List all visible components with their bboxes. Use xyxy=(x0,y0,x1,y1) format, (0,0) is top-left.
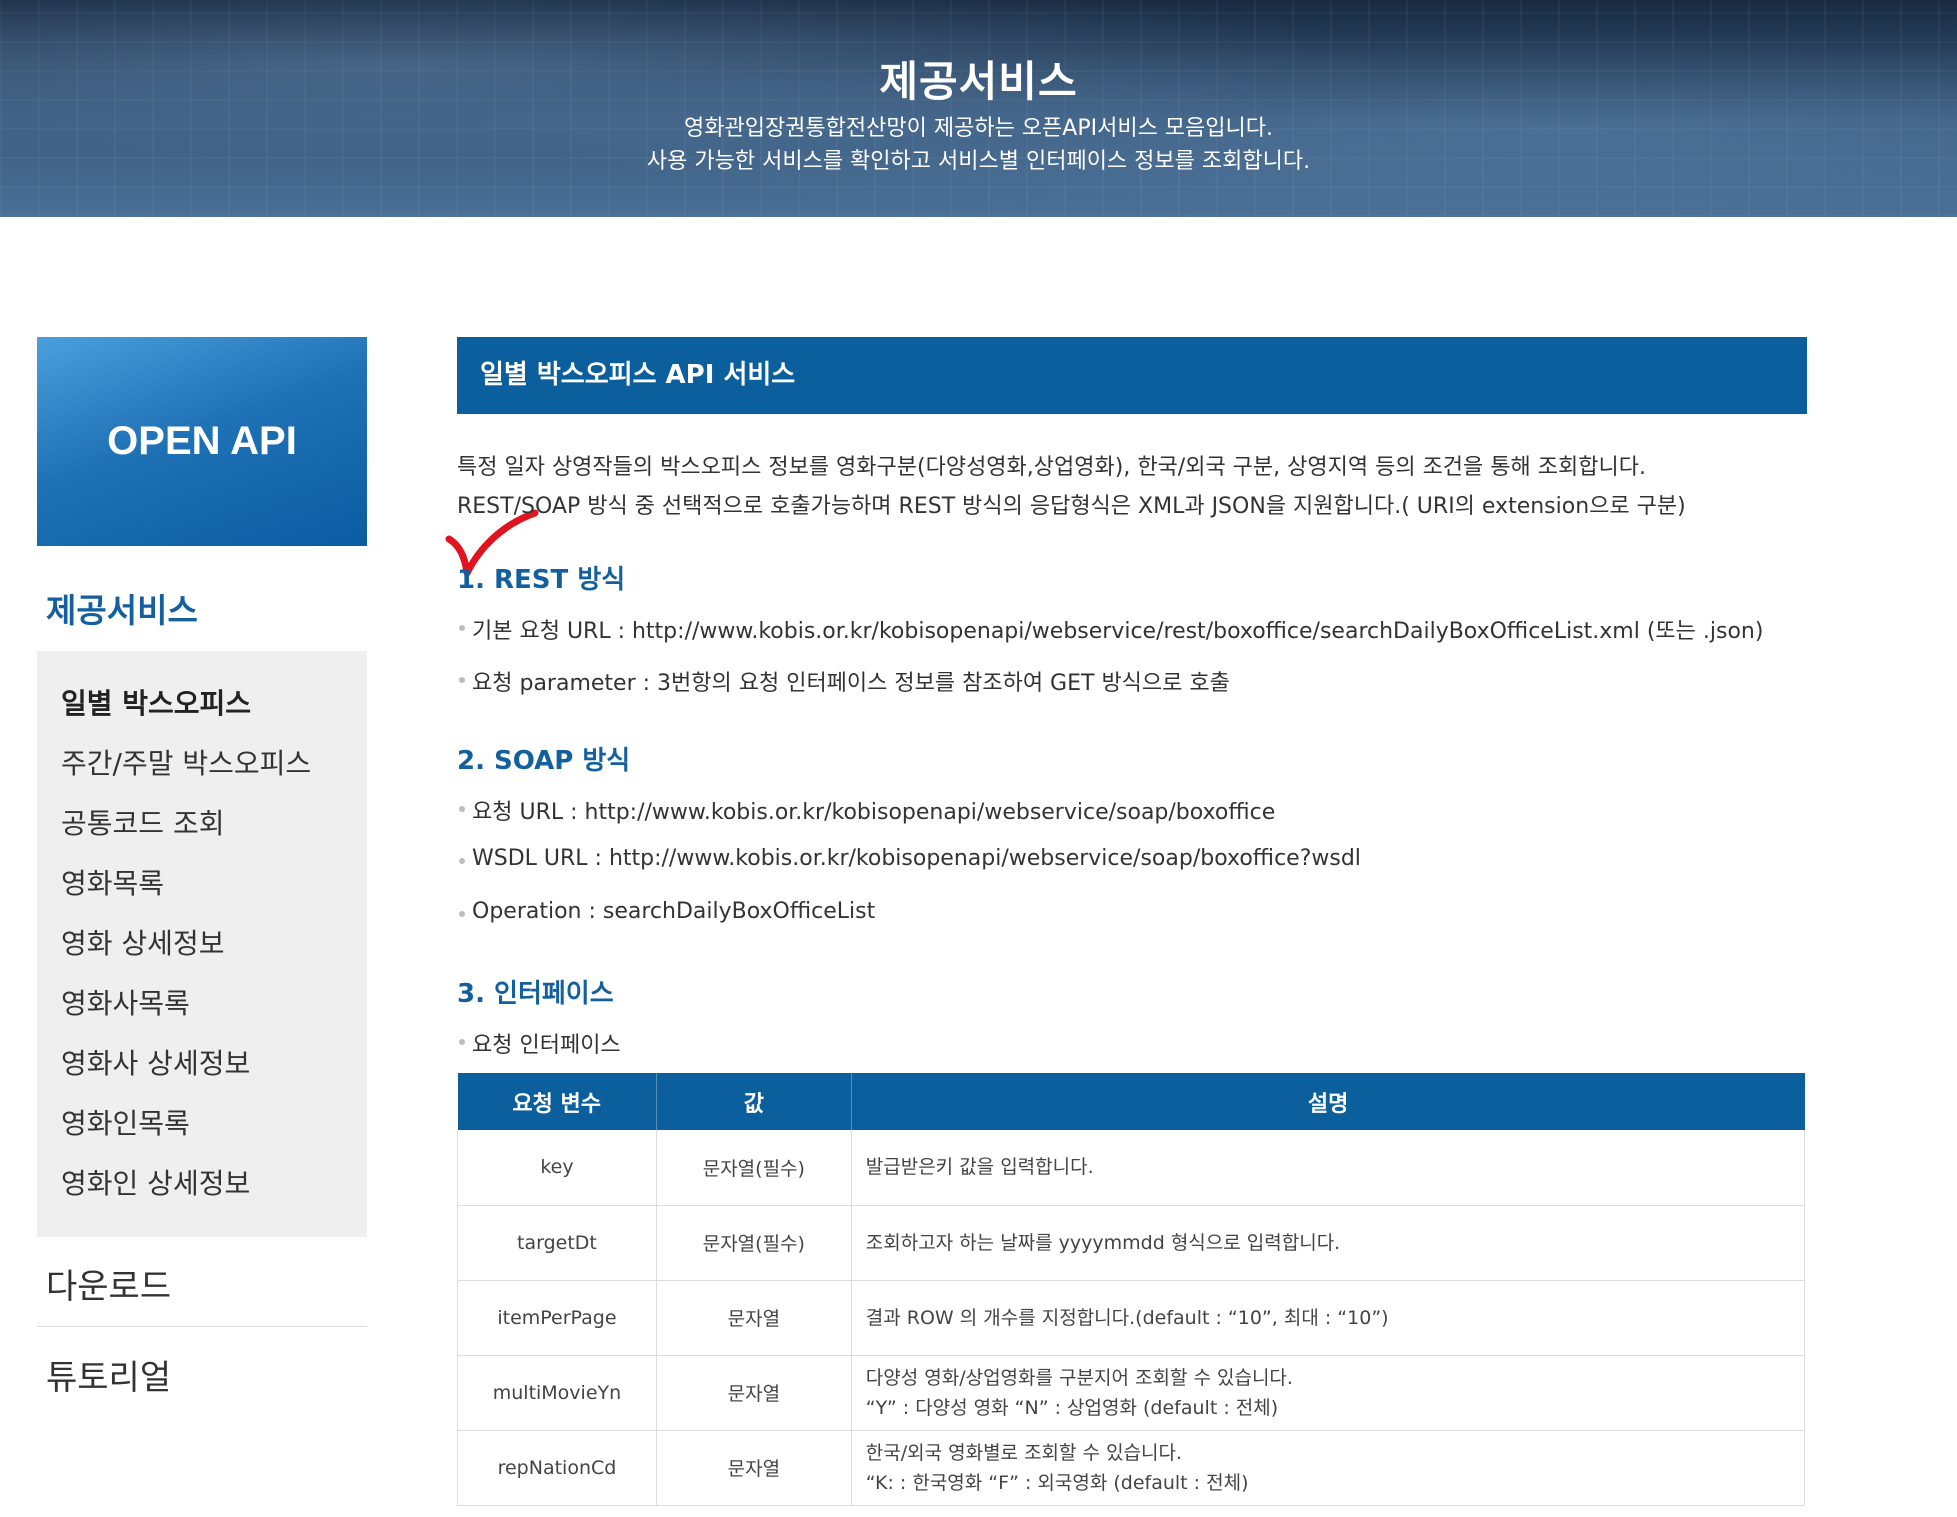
section-title-soap: 2. SOAP 방식 xyxy=(457,746,631,776)
table-header-variable: 요청 변수 xyxy=(457,1073,657,1130)
row-description-line: 다양성 영화/상업영화를 구분지어 조회할 수 있습니다. xyxy=(865,1366,1293,1389)
row-value: 문자열(필수) xyxy=(656,1130,852,1206)
intro-text: 특정 일자 상영작들의 박스오피스 정보를 영화구분(다양성영화,상업영화), … xyxy=(457,448,1686,526)
table-row: multiMovieYn 문자열 다양성 영화/상업영화를 구분지어 조회할 수… xyxy=(457,1355,1806,1431)
banner-line-2: 사용 가능한 서비스를 확인하고 서비스별 인터페이스 정보를 조회합니다. xyxy=(646,149,1311,174)
sidebar-section-title[interactable]: 제공서비스 xyxy=(46,584,198,632)
rest-bullet-base-url: 기본 요청 URL : http://www.kobis.or.kr/kobis… xyxy=(457,613,1763,645)
banner-line-1: 영화관입장권통합전산망이 제공하는 오픈API서비스 모음입니다. xyxy=(683,116,1274,141)
table-header-description: 설명 xyxy=(851,1073,1805,1130)
banner-title: 제공서비스 xyxy=(879,57,1078,106)
sidebar-item-people-detail[interactable]: 영화인 상세정보 xyxy=(37,1161,367,1221)
soap-bullet-wsdl: WSDL URL : http://www.kobis.or.kr/kobiso… xyxy=(457,846,1361,871)
row-description-line: 한국/외국 영화별로 조회할 수 있습니다. xyxy=(865,1441,1183,1464)
row-description: 다양성 영화/상업영화를 구분지어 조회할 수 있습니다. “Y” : 다양성 … xyxy=(851,1355,1806,1431)
row-description: 결과 ROW 의 개수를 지정합니다.(default : “10”, 최대 :… xyxy=(851,1280,1806,1356)
row-value: 문자열(필수) xyxy=(656,1205,852,1281)
sidebar-item-people-list[interactable]: 영화인목록 xyxy=(37,1101,367,1161)
table-row: key 문자열(필수) 발급받은키 값을 입력합니다. xyxy=(457,1130,1806,1206)
open-api-logo[interactable]: OPEN API xyxy=(37,337,367,546)
intro-line-2: REST/SOAP 방식 중 선택적으로 호출가능하며 REST 방식의 응답형… xyxy=(457,494,1686,519)
sidebar-item-company-list[interactable]: 영화사목록 xyxy=(37,981,367,1041)
row-variable: itemPerPage xyxy=(457,1280,657,1356)
banner-description: 영화관입장권통합전산망이 제공하는 오픈API서비스 모음입니다. 사용 가능한… xyxy=(0,112,1957,178)
row-description-line: 발급받은키 값을 입력합니다. xyxy=(865,1156,1094,1179)
row-variable: multiMovieYn xyxy=(457,1355,657,1431)
sidebar-item-movie-list[interactable]: 영화목록 xyxy=(37,861,367,921)
table-row: itemPerPage 문자열 결과 ROW 의 개수를 지정합니다.(defa… xyxy=(457,1280,1806,1356)
row-variable: key xyxy=(457,1130,657,1206)
row-description-line: 조회하고자 하는 날짜를 yyyymmdd 형식으로 입력합니다. xyxy=(865,1231,1341,1254)
section-title-rest: 1. REST 방식 xyxy=(457,565,626,595)
sidebar-item-daily-boxoffice[interactable]: 일별 박스오피스 xyxy=(37,681,367,741)
main-content: 일별 박스오피스 API 서비스 특정 일자 상영작들의 박스오피스 정보를 영… xyxy=(457,337,1807,1506)
sidebar-menu: 일별 박스오피스 주간/주말 박스오피스 공통코드 조회 영화목록 영화 상세정… xyxy=(37,651,367,1237)
row-variable: repNationCd xyxy=(457,1430,657,1506)
request-interface-table: 요청 변수 값 설명 key 문자열(필수) 발급받은키 값을 입력합니다. t… xyxy=(457,1073,1806,1506)
table-row: repNationCd 문자열 한국/외국 영화별로 조회할 수 있습니다. “… xyxy=(457,1430,1806,1506)
row-value: 문자열 xyxy=(656,1430,852,1506)
sidebar-item-movie-detail[interactable]: 영화 상세정보 xyxy=(37,921,367,981)
sidebar-item-common-code[interactable]: 공통코드 조회 xyxy=(37,801,367,861)
row-description: 발급받은키 값을 입력합니다. xyxy=(851,1130,1806,1206)
sidebar-divider xyxy=(37,1326,367,1327)
rest-bullet-parameter: 요청 parameter : 3번항의 요청 인터페이스 정보를 참조하여 GE… xyxy=(457,665,1230,697)
page-banner: 제공서비스 영화관입장권통합전산망이 제공하는 오픈API서비스 모음입니다. … xyxy=(0,0,1957,217)
row-description-line: “Y” : 다양성 영화 “N” : 상업영화 (default : 전체) xyxy=(865,1396,1279,1419)
row-description-line: 결과 ROW 의 개수를 지정합니다.(default : “10”, 최대 :… xyxy=(865,1306,1389,1329)
interface-bullet-request: 요청 인터페이스 xyxy=(457,1027,621,1059)
sidebar-item-company-detail[interactable]: 영화사 상세정보 xyxy=(37,1041,367,1101)
sidebar-link-tutorial[interactable]: 튜토리얼 xyxy=(46,1350,171,1399)
soap-bullet-operation: Operation : searchDailyBoxOfficeList xyxy=(457,899,875,924)
row-value: 문자열 xyxy=(656,1280,852,1356)
sidebar-link-download[interactable]: 다운로드 xyxy=(46,1259,171,1308)
sidebar-item-weekly-boxoffice[interactable]: 주간/주말 박스오피스 xyxy=(37,741,367,801)
row-variable: targetDt xyxy=(457,1205,657,1281)
row-description: 한국/외국 영화별로 조회할 수 있습니다. “K: : 한국영화 “F” : … xyxy=(851,1430,1806,1506)
page-title: 일별 박스오피스 API 서비스 xyxy=(457,337,1807,414)
row-value: 문자열 xyxy=(656,1355,852,1431)
table-header-value: 값 xyxy=(656,1073,852,1130)
table-row: targetDt 문자열(필수) 조회하고자 하는 날짜를 yyyymmdd 형… xyxy=(457,1205,1806,1281)
row-description: 조회하고자 하는 날짜를 yyyymmdd 형식으로 입력합니다. xyxy=(851,1205,1806,1281)
table-header-row: 요청 변수 값 설명 xyxy=(457,1073,1805,1130)
soap-bullet-url: 요청 URL : http://www.kobis.or.kr/kobisope… xyxy=(457,794,1275,826)
intro-line-1: 특정 일자 상영작들의 박스오피스 정보를 영화구분(다양성영화,상업영화), … xyxy=(457,455,1646,480)
section-title-interface: 3. 인터페이스 xyxy=(457,979,614,1009)
row-description-line: “K: : 한국영화 “F” : 외국영화 (default : 전체) xyxy=(865,1471,1249,1494)
